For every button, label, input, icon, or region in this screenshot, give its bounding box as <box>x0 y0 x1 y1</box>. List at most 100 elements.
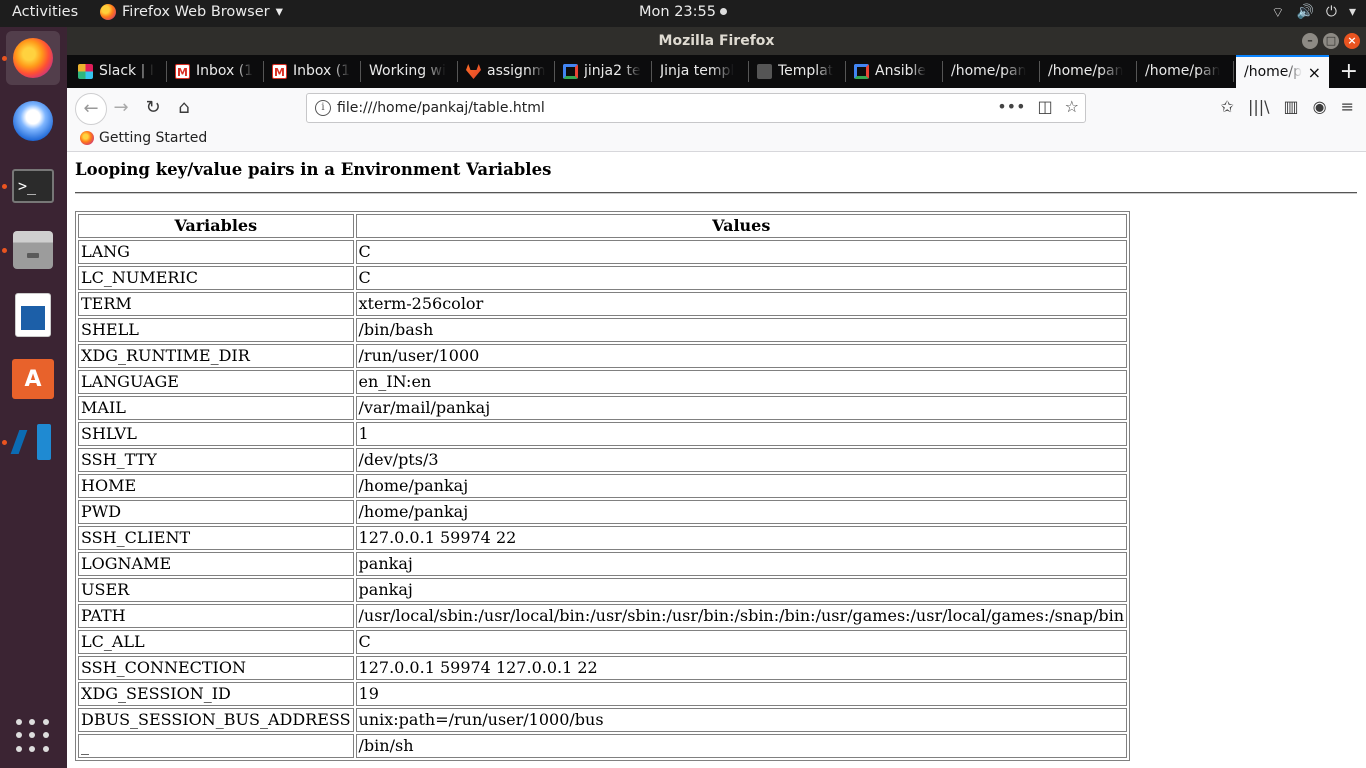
tab-label: Working wi <box>369 63 446 79</box>
tab-working-with[interactable]: Working wi <box>361 55 458 88</box>
files-icon <box>13 231 53 269</box>
account-icon[interactable]: ◉ <box>1313 97 1327 116</box>
tab-label: /home/p <box>1244 64 1302 80</box>
pocket-icon[interactable]: ◫ <box>1038 97 1053 116</box>
forward-button[interactable]: → <box>109 96 133 120</box>
tab-label: Slack | I <box>99 63 154 79</box>
variable-value-cell: xterm-256color <box>355 292 1128 316</box>
running-indicator <box>2 184 7 189</box>
page-heading: Looping key/value pairs in a Environment… <box>75 160 552 179</box>
tab-assignment[interactable]: assignm <box>458 55 555 88</box>
divider <box>75 192 1357 194</box>
thunderbird-icon <box>13 101 53 141</box>
site-info-icon[interactable]: i <box>315 100 331 116</box>
new-tab-button[interactable]: + <box>1340 55 1358 88</box>
dock-thunderbird[interactable] <box>6 94 60 148</box>
tab-inbox-1[interactable]: Inbox (1 <box>167 55 264 88</box>
variable-name-cell: PATH <box>78 604 354 628</box>
show-applications-button[interactable] <box>6 709 60 763</box>
back-button[interactable]: ← <box>75 93 107 125</box>
google-icon <box>563 64 578 79</box>
table-row: LC_ALL C <box>78 630 1128 654</box>
template-icon <box>757 64 772 79</box>
tab-home-2[interactable]: /home/pan <box>1040 55 1137 88</box>
tab-label: /home/pan <box>1145 63 1221 79</box>
gmail-icon <box>272 56 287 88</box>
column-header-variables: Variables <box>78 214 354 238</box>
variable-value-cell: /dev/pts/3 <box>355 448 1128 472</box>
column-header-values: Values <box>355 214 1128 238</box>
table-header-row: Variables Values <box>78 214 1128 238</box>
tab-slack[interactable]: Slack | I <box>70 55 167 88</box>
system-tray[interactable]: ⌔ 🔊 ⏻ ▾ <box>1271 4 1356 22</box>
tab-ansible[interactable]: Ansible <box>846 55 943 88</box>
dock-vscode[interactable] <box>6 415 60 469</box>
variable-value-cell: C <box>355 630 1128 654</box>
tab-jinja2[interactable]: jinja2 te <box>555 55 652 88</box>
top-bar: Activities Firefox Web Browser ▾ Mon 23:… <box>0 0 1366 27</box>
tab-template[interactable]: Templat <box>749 55 846 88</box>
variable-name-cell: XDG_SESSION_ID <box>78 682 354 706</box>
tab-home-1[interactable]: /home/pan <box>943 55 1040 88</box>
maximize-button[interactable]: □ <box>1323 33 1339 49</box>
table-row: PATH/usr/local/sbin:/usr/local/bin:/usr/… <box>78 604 1128 628</box>
url-input[interactable] <box>337 97 997 119</box>
table-row: LC_NUMERIC C <box>78 266 1128 290</box>
close-button[interactable]: × <box>1344 33 1360 49</box>
table-row: USER pankaj <box>78 578 1128 602</box>
clock[interactable]: Mon 23:55 <box>639 4 727 20</box>
app-grid-icon <box>16 719 50 753</box>
activities-button[interactable]: Activities <box>12 4 78 20</box>
tab-label: /home/pan <box>1048 63 1124 79</box>
variable-name-cell: XDG_RUNTIME_DIR <box>78 344 354 368</box>
variable-name-cell: PWD <box>78 500 354 524</box>
running-indicator <box>2 440 7 445</box>
variable-value-cell: /var/mail/pankaj <box>355 396 1128 420</box>
hamburger-menu-icon[interactable]: ≡ <box>1341 97 1354 116</box>
variable-name-cell: TERM <box>78 292 354 316</box>
tab-bar: Slack | I Inbox (1 Inbox (1 Working wi a… <box>67 55 1366 88</box>
reload-button[interactable]: ↻ <box>141 96 165 120</box>
dock-firefox[interactable] <box>6 31 60 85</box>
page-actions-icon[interactable]: ••• <box>997 97 1025 116</box>
bookmarks-toolbar: Getting Started <box>67 128 1366 152</box>
table-row: SSH_CLIENT 127.0.0.1 59974 22 <box>78 526 1128 550</box>
variable-value-cell: pankaj <box>355 552 1128 576</box>
url-bar[interactable]: i ••• ◫ ☆ <box>306 93 1086 123</box>
sidebar-icon[interactable]: ▥ <box>1284 97 1299 116</box>
gitlab-icon <box>466 64 481 79</box>
minimize-button[interactable]: – <box>1302 33 1318 49</box>
tab-home-active[interactable]: /home/p × <box>1236 55 1329 88</box>
close-tab-icon[interactable]: × <box>1308 57 1321 88</box>
tab-inbox-2[interactable]: Inbox (1 <box>264 55 361 88</box>
dock: >_ A <box>0 27 67 768</box>
table-row: SHELL/bin/bash <box>78 318 1128 342</box>
dock-terminal[interactable]: >_ <box>6 159 60 213</box>
window-titlebar[interactable]: Mozilla Firefox – □ × <box>67 27 1366 55</box>
tab-home-3[interactable]: /home/pan <box>1137 55 1234 88</box>
terminal-icon: >_ <box>12 169 54 203</box>
bookmark-getting-started[interactable]: Getting Started <box>80 130 207 146</box>
table-row: MAIL/var/mail/pankaj <box>78 396 1128 420</box>
home-button[interactable]: ⌂ <box>172 96 196 120</box>
tab-jinja-template[interactable]: Jinja templ <box>652 55 749 88</box>
firefox-icon <box>13 38 53 78</box>
app-menu[interactable]: Firefox Web Browser ▾ <box>100 4 283 20</box>
wifi-icon: ⌔ <box>1271 5 1285 21</box>
variable-name-cell: SHLVL <box>78 422 354 446</box>
table-row: XDG_SESSION_ID 19 <box>78 682 1128 706</box>
slack-icon <box>78 64 93 79</box>
library-icon[interactable]: |||\ <box>1248 97 1270 116</box>
variable-value-cell: /home/pankaj <box>355 474 1128 498</box>
dock-software-store[interactable]: A <box>6 352 60 406</box>
table-row: SHLVL 1 <box>78 422 1128 446</box>
dock-files[interactable] <box>6 223 60 277</box>
variable-name-cell: HOME <box>78 474 354 498</box>
writer-icon <box>15 293 51 337</box>
volume-icon: 🔊 <box>1296 4 1314 20</box>
table-row: XDG_RUNTIME_DIR/run/user/1000 <box>78 344 1128 368</box>
bookmark-star-icon[interactable]: ☆ <box>1065 97 1079 116</box>
reading-list-icon[interactable]: ✩ <box>1221 97 1234 116</box>
dock-writer[interactable] <box>6 288 60 342</box>
table-row: SSH_TTY/dev/pts/3 <box>78 448 1128 472</box>
